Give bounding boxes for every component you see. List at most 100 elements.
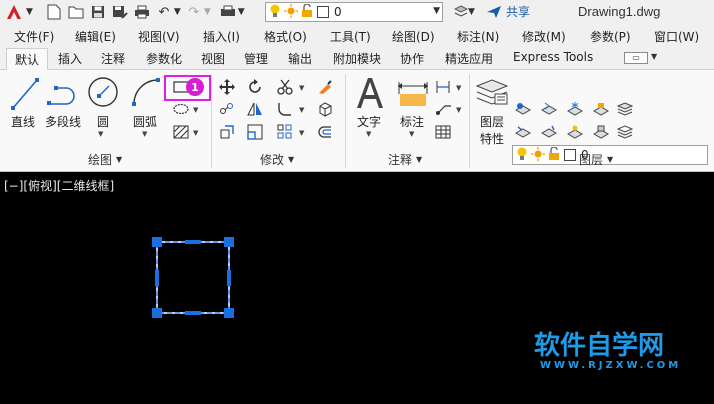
erase-tool-button[interactable] xyxy=(316,78,334,96)
arc-tool-button[interactable] xyxy=(130,76,162,111)
table-tool-button[interactable] xyxy=(434,123,452,141)
layer-match-button[interactable] xyxy=(616,100,634,118)
chevron-down-icon[interactable]: ▼ xyxy=(366,130,371,138)
tab-collaborate[interactable]: 协作 xyxy=(400,50,424,67)
text-tool-button[interactable] xyxy=(355,76,385,113)
layer-freeze-button[interactable] xyxy=(566,100,584,118)
grip-bottom-left[interactable] xyxy=(152,308,162,318)
chevron-down-icon[interactable]: ▼ xyxy=(98,130,103,138)
menu-insert[interactable]: 插入(I) xyxy=(203,28,240,45)
save-icon[interactable] xyxy=(89,3,107,21)
tab-annotate[interactable]: 注释 xyxy=(101,50,125,67)
chevron-down-icon[interactable]: ▼ xyxy=(174,7,181,17)
chevron-down-icon[interactable]: ▼ xyxy=(299,106,304,114)
menu-edit[interactable]: 编辑(E) xyxy=(75,28,116,45)
polyline-tool-button[interactable] xyxy=(46,78,80,111)
hatch-ellipse-tool-button[interactable] xyxy=(172,100,190,118)
stretch-tool-button[interactable] xyxy=(218,123,236,141)
menu-tools[interactable]: 工具(T) xyxy=(330,28,371,45)
dimension-tool-button[interactable] xyxy=(396,80,430,111)
line-tool-button[interactable] xyxy=(10,76,40,115)
tab-default[interactable]: 默认 xyxy=(6,48,49,70)
layer-dropdown[interactable]: 0 ▼ xyxy=(265,2,443,22)
fillet-tool-button[interactable] xyxy=(276,100,294,118)
viewport-controls-label[interactable]: [−][俯视][二维线框] xyxy=(4,177,114,194)
menu-dimension[interactable]: 标注(N) xyxy=(457,28,499,45)
chevron-down-icon[interactable]: ▼ xyxy=(299,84,304,92)
menu-modify[interactable]: 修改(M) xyxy=(522,28,566,45)
tab-view[interactable]: 视图 xyxy=(201,50,225,67)
leader-tool-button[interactable] xyxy=(434,100,452,118)
app-menu-button[interactable] xyxy=(3,1,25,23)
grip-bottom-right[interactable] xyxy=(224,308,234,318)
layers-panel-title[interactable]: 图层 ▼ xyxy=(579,151,613,168)
share-button[interactable]: 共享 xyxy=(486,3,530,20)
hatch-tool-button[interactable] xyxy=(172,123,190,141)
layer-isolate-button[interactable] xyxy=(540,100,558,118)
menu-file[interactable]: 文件(F) xyxy=(14,28,54,45)
grip-top-mid[interactable] xyxy=(185,240,201,244)
save-as-icon[interactable] xyxy=(111,3,129,21)
rotate-tool-button[interactable] xyxy=(246,78,264,96)
menu-format[interactable]: 格式(O) xyxy=(264,28,307,45)
offset-tool-button[interactable] xyxy=(316,123,334,141)
draw-panel-title[interactable]: 绘图 ▼ xyxy=(88,151,122,168)
linear-dimension-button[interactable] xyxy=(434,78,452,96)
tab-manage[interactable]: 管理 xyxy=(244,50,268,67)
annotation-panel-title[interactable]: 注释 ▼ xyxy=(388,151,422,168)
menu-parameters[interactable]: 参数(P) xyxy=(590,28,631,45)
explode-tool-button[interactable] xyxy=(316,100,334,118)
new-file-icon[interactable] xyxy=(45,3,63,21)
chevron-down-icon[interactable]: ▼ xyxy=(193,106,198,114)
chevron-down-icon[interactable]: ▼ xyxy=(456,84,461,92)
chevron-down-icon[interactable]: ▼ xyxy=(26,7,33,17)
chevron-down-icon[interactable]: ▼ xyxy=(433,6,440,16)
layer-off-button[interactable] xyxy=(514,100,532,118)
open-folder-icon[interactable] xyxy=(67,3,85,21)
selected-rectangle[interactable] xyxy=(156,241,230,314)
layer-unlock-button[interactable] xyxy=(592,123,610,141)
layer-walk-button[interactable] xyxy=(616,123,634,141)
menu-view[interactable]: 视图(V) xyxy=(138,28,180,45)
chevron-down-icon[interactable]: ▼ xyxy=(193,129,198,137)
grip-bottom-mid[interactable] xyxy=(185,311,201,315)
move-tool-button[interactable] xyxy=(218,78,236,96)
chevron-down-icon[interactable]: ▼ xyxy=(468,7,475,17)
layer-properties-button[interactable] xyxy=(475,76,509,111)
copy-tool-button[interactable] xyxy=(218,100,236,118)
menu-draw[interactable]: 绘图(D) xyxy=(392,28,435,45)
chevron-down-icon[interactable]: ▼ xyxy=(651,52,657,61)
chevron-down-icon[interactable]: ▼ xyxy=(299,129,304,137)
layer-make-current-button[interactable] xyxy=(514,123,532,141)
array-tool-button[interactable] xyxy=(276,123,294,141)
print-icon[interactable] xyxy=(133,3,151,21)
layer-lock-button[interactable] xyxy=(592,100,610,118)
modify-panel-title[interactable]: 修改 ▼ xyxy=(260,151,294,168)
chevron-down-icon[interactable]: ▼ xyxy=(142,130,147,138)
chevron-down-icon[interactable]: ▼ xyxy=(409,130,414,138)
tab-output[interactable]: 输出 xyxy=(288,50,312,67)
tab-parametric[interactable]: 参数化 xyxy=(146,50,182,67)
grip-right-mid[interactable] xyxy=(227,270,231,286)
layer-match-prop-button[interactable] xyxy=(540,123,558,141)
undo-icon[interactable]: ↶ xyxy=(155,3,173,21)
scale-tool-button[interactable] xyxy=(246,123,264,141)
trim-tool-button[interactable] xyxy=(276,78,294,96)
plot-icon[interactable] xyxy=(219,3,237,21)
redo-icon[interactable]: ↷ xyxy=(185,3,203,21)
tab-insert[interactable]: 插入 xyxy=(58,50,82,67)
grip-top-left[interactable] xyxy=(152,237,162,247)
menu-window[interactable]: 窗口(W) xyxy=(654,28,699,45)
layer-thaw-button[interactable] xyxy=(566,123,584,141)
grip-left-mid[interactable] xyxy=(155,270,159,286)
tab-express-tools[interactable]: Express Tools xyxy=(513,50,593,64)
chevron-down-icon[interactable]: ▼ xyxy=(456,106,461,114)
tab-addins[interactable]: 附加模块 xyxy=(333,50,381,67)
chevron-down-icon[interactable]: ▼ xyxy=(204,7,211,17)
ribbon-minimize-icon[interactable]: ▭ xyxy=(624,52,648,64)
tab-featured-apps[interactable]: 精选应用 xyxy=(445,50,493,67)
grip-top-right[interactable] xyxy=(224,237,234,247)
chevron-down-icon[interactable]: ▼ xyxy=(238,7,245,17)
mirror-tool-button[interactable] xyxy=(246,100,264,118)
circle-tool-button[interactable] xyxy=(87,76,119,111)
